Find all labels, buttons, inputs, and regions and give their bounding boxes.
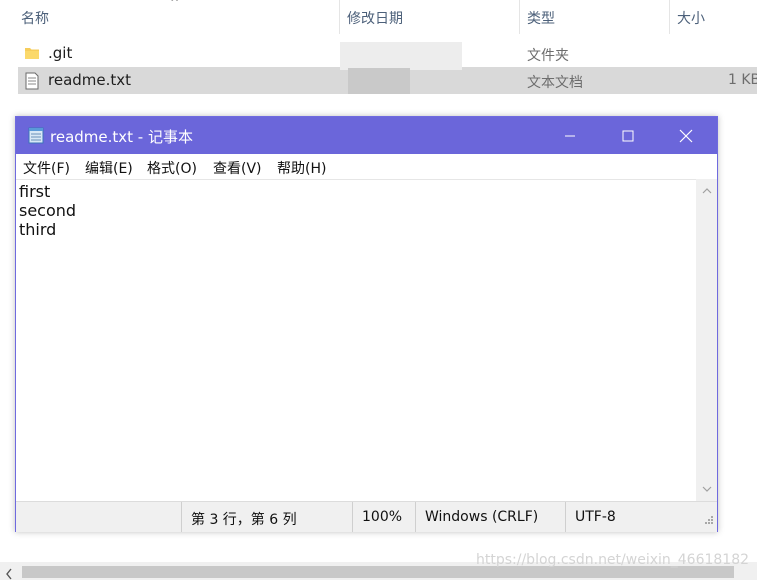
column-header-size[interactable]: 大小	[677, 8, 705, 28]
watermark: https://blog.csdn.net/weixin_46618182	[476, 552, 750, 568]
window-title: readme.txt - 记事本	[50, 128, 193, 146]
vertical-scrollbar[interactable]	[696, 179, 717, 501]
maximize-icon	[622, 130, 634, 141]
status-zoom: 100%	[362, 509, 403, 525]
column-header-name[interactable]: 名称	[21, 8, 49, 28]
text-editor[interactable]: first second third	[16, 179, 696, 502]
menu-view[interactable]: 查看(V)	[213, 158, 262, 178]
text-file-icon	[24, 72, 40, 94]
file-name: readme.txt	[48, 71, 132, 89]
redacted-date	[340, 42, 462, 70]
status-position-cell: 第 3 行，第 6 列	[181, 502, 352, 532]
status-zoom-cell: 100%	[352, 502, 415, 532]
column-header-type[interactable]: 类型	[527, 8, 555, 28]
scroll-up-icon[interactable]	[700, 185, 713, 197]
screen: ^ 名称 修改日期 类型 大小 .git 文件夹 readme.txt 文本文档…	[0, 0, 757, 580]
file-type: 文本文档	[527, 75, 583, 91]
notepad-window[interactable]: readme.txt - 记事本 文件(F) 编辑(E) 格式(O) 查看(V)…	[15, 116, 718, 532]
editor-line: first	[19, 182, 51, 201]
file-size: 1 KB	[728, 72, 757, 88]
editor-line: second	[19, 201, 77, 220]
menu-bar: 文件(F) 编辑(E) 格式(O) 查看(V) 帮助(H)	[16, 154, 717, 179]
maximize-button[interactable]	[599, 117, 657, 154]
column-header-modified[interactable]: 修改日期	[347, 8, 403, 28]
status-encoding-cell: UTF-8	[565, 502, 696, 532]
status-encoding: UTF-8	[575, 509, 616, 525]
minimize-button[interactable]	[541, 117, 599, 154]
column-divider[interactable]	[339, 0, 340, 34]
sort-ascending-icon: ^	[170, 0, 180, 9]
status-position: 第 3 行，第 6 列	[191, 512, 297, 528]
menu-file[interactable]: 文件(F)	[23, 158, 70, 178]
notepad-icon	[27, 126, 45, 148]
scroll-down-icon[interactable]	[700, 483, 713, 495]
menu-format[interactable]: 格式(O)	[147, 158, 197, 178]
status-line-ending: Windows (CRLF)	[425, 509, 539, 525]
status-bar: 第 3 行，第 6 列 100% Windows (CRLF) UTF-8	[16, 501, 717, 532]
folder-icon	[24, 45, 40, 65]
menu-help[interactable]: 帮助(H)	[277, 158, 326, 178]
column-headers: ^ 名称 修改日期 类型 大小	[0, 0, 757, 34]
redacted-date	[348, 68, 410, 94]
close-button[interactable]	[657, 117, 715, 154]
scroll-left-icon[interactable]	[5, 565, 13, 580]
editor-line: third	[19, 220, 57, 239]
file-type: 文件夹	[527, 48, 569, 64]
title-bar[interactable]: readme.txt - 记事本	[16, 117, 717, 154]
minimize-icon	[565, 135, 575, 136]
column-divider[interactable]	[519, 0, 520, 34]
column-divider[interactable]	[669, 0, 670, 34]
menu-edit[interactable]: 编辑(E)	[85, 158, 133, 178]
file-name: .git	[48, 44, 73, 62]
close-icon	[679, 129, 693, 142]
status-line-ending-cell: Windows (CRLF)	[415, 502, 566, 532]
resize-grip-icon[interactable]	[704, 513, 714, 529]
